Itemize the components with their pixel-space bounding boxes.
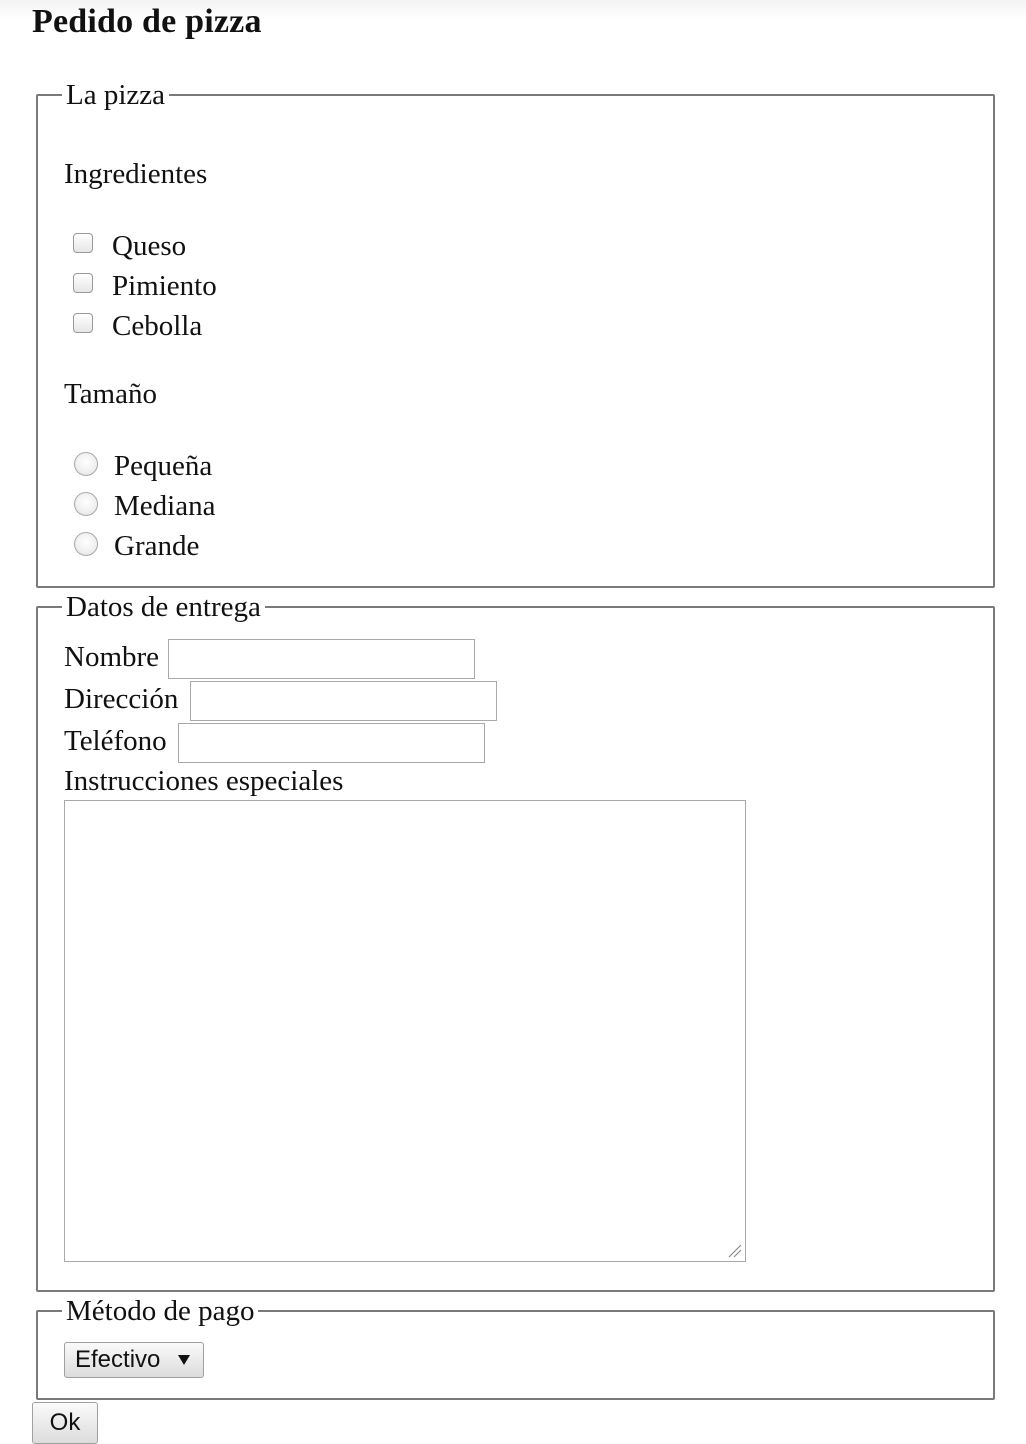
payment-method-select[interactable]: Efectivo <box>64 1342 204 1378</box>
checkbox-queso[interactable] <box>73 233 93 253</box>
name-input[interactable] <box>168 639 475 679</box>
ok-button[interactable]: Ok <box>32 1402 98 1444</box>
dropdown-arrow-icon <box>178 1355 190 1365</box>
instructions-textarea[interactable] <box>64 800 746 1262</box>
resize-grip-icon[interactable] <box>726 1242 742 1258</box>
radio-grande[interactable] <box>74 532 98 556</box>
radio-mediana[interactable] <box>74 492 98 516</box>
size-label-grande: Grande <box>114 530 200 562</box>
checkbox-cebolla[interactable] <box>73 313 93 333</box>
checkbox-pimiento[interactable] <box>73 273 93 293</box>
phone-input[interactable] <box>178 723 485 763</box>
instructions-label: Instrucciones especiales <box>64 765 344 797</box>
delivery-legend: Datos de entrega <box>66 591 261 623</box>
address-input[interactable] <box>190 681 497 721</box>
size-label-pequena: Pequeña <box>114 450 213 482</box>
size-label-mediana: Mediana <box>114 490 216 522</box>
address-label: Dirección <box>64 683 179 715</box>
pizza-legend: La pizza <box>66 79 166 111</box>
phone-label: Teléfono <box>64 725 167 757</box>
ingredient-label-queso: Queso <box>112 230 187 262</box>
name-label: Nombre <box>64 641 160 673</box>
payment-legend: Método de pago <box>66 1295 255 1327</box>
ingredients-title: Ingredientes <box>64 158 208 190</box>
page-title: Pedido de pizza <box>32 3 262 40</box>
ingredient-label-cebolla: Cebolla <box>112 310 203 342</box>
size-title: Tamaño <box>64 378 157 410</box>
payment-method-value: Efectivo <box>75 1346 161 1373</box>
ingredient-label-pimiento: Pimiento <box>112 270 217 302</box>
radio-pequena[interactable] <box>74 452 98 476</box>
